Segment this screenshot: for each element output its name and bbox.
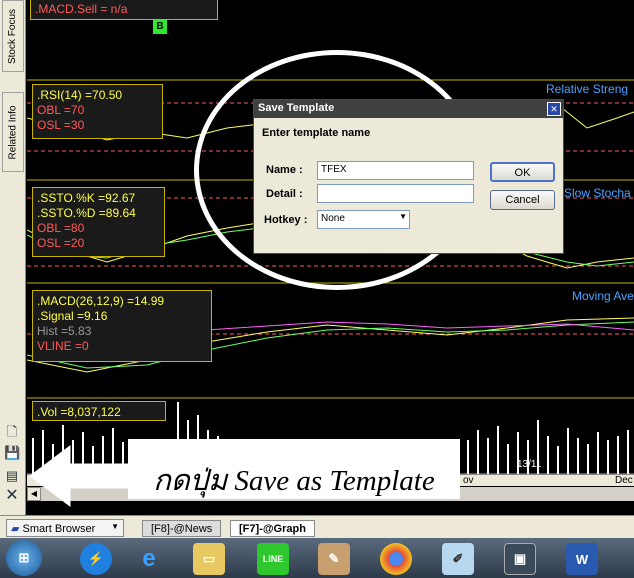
left-sidebar: Stock Focus Related Info 🗋 💾 ▤ ✕: [0, 0, 26, 515]
label-slow-stochastic: Slow Stocha: [564, 186, 631, 200]
ssto-k: .SSTO.%K =92.67: [37, 191, 136, 205]
internet-explorer-icon[interactable]: e: [133, 543, 165, 575]
macd-sell-value: .MACD.Sell = n/a: [35, 2, 128, 16]
paint-icon[interactable]: ✎: [318, 543, 350, 575]
name-input[interactable]: TFEX: [317, 161, 474, 180]
save-template-dialog: Save Template ✕ Enter template name Name…: [253, 99, 564, 254]
ssto-osl: OSL =20: [37, 236, 85, 250]
date-label-dec: Dec: [615, 475, 633, 486]
smart-browser-button[interactable]: ▰ Smart Browser ▼: [6, 519, 124, 537]
date-label-13-11: 13/11: [517, 459, 542, 470]
chevron-down-icon[interactable]: ▼: [111, 522, 119, 531]
hotkey-value: None: [321, 213, 345, 224]
browser-icon: ▰: [11, 523, 20, 535]
tab-news[interactable]: [F8]-@News: [142, 520, 222, 537]
macd-panel: .MACD(26,12,9) =14.99 .Signal =9.16 Hist…: [32, 290, 212, 362]
rsi-value: .RSI(14) =70.50: [37, 88, 123, 102]
annotation-arrow: [30, 445, 129, 507]
ssto-d: .SSTO.%D =89.64: [37, 206, 136, 220]
label-relative-strength: Relative Streng: [546, 82, 629, 96]
rsi-obl: OBL =70: [37, 103, 85, 117]
name-label: Name :: [266, 164, 303, 176]
dialog-title: Save Template: [254, 100, 563, 118]
save-icon[interactable]: 💾: [4, 445, 20, 461]
rsi-panel: .RSI(14) =70.50 OBL =70 OSL =30: [32, 84, 163, 139]
chrome-icon[interactable]: [380, 543, 412, 575]
cancel-button[interactable]: Cancel: [490, 190, 555, 210]
macd-hist: Hist =5.83: [37, 324, 92, 338]
dialog-prompt: Enter template name: [262, 127, 371, 139]
file-explorer-icon[interactable]: ▭: [193, 543, 225, 575]
tab-stock-focus[interactable]: Stock Focus: [2, 0, 24, 72]
hotkey-label: Hotkey :: [264, 214, 308, 226]
word-icon[interactable]: W: [566, 543, 598, 575]
smart-browser-label: Smart Browser: [22, 523, 96, 535]
chevron-down-icon[interactable]: ▼: [399, 212, 407, 221]
tab-graph[interactable]: [F7]-@Graph: [230, 520, 315, 537]
ssto-obl: OBL =80: [37, 221, 85, 235]
annotation-caption: กดปุ่ม Save as Template: [153, 465, 435, 497]
close-icon[interactable]: ✕: [4, 488, 20, 504]
ssto-panel: .SSTO.%K =92.67 .SSTO.%D =89.64 OBL =80 …: [32, 187, 165, 257]
notes-icon[interactable]: ✐: [442, 543, 474, 575]
macd-value: .MACD(26,12,9) =14.99: [37, 294, 165, 308]
taskbar: ⊞ ⚡ e ▭ LINE ✎ ✐ ▣ W: [0, 538, 634, 578]
detail-label: Detail :: [266, 188, 303, 200]
label-moving-average: Moving Ave: [572, 289, 634, 303]
app-icon[interactable]: ▣: [504, 543, 536, 575]
start-orb-icon[interactable]: ⊞: [6, 540, 42, 576]
tab-related-info[interactable]: Related Info: [2, 92, 24, 172]
hotkey-select[interactable]: None ▼: [317, 210, 410, 229]
tab-bar: ▰ Smart Browser ▼ [F8]-@News [F7]-@Graph: [0, 515, 634, 538]
macd-sell-panel: .MACD.Sell = n/a: [30, 0, 218, 20]
macd-signal: .Signal =9.16: [37, 309, 108, 323]
detail-input[interactable]: [317, 184, 474, 203]
volume-panel: .Vol =8,037,122: [32, 401, 166, 421]
line-icon[interactable]: LINE: [257, 543, 289, 575]
close-icon[interactable]: ✕: [547, 102, 561, 116]
ok-button[interactable]: OK: [490, 162, 555, 182]
buy-marker: B: [153, 20, 167, 34]
date-label-nov: ov: [463, 475, 474, 486]
save-as-template-icon[interactable]: ▤: [4, 468, 20, 484]
volume-value: .Vol =8,037,122: [37, 405, 121, 419]
rsi-osl: OSL =30: [37, 118, 85, 132]
macd-vline: VLINE =0: [37, 339, 89, 353]
thunderbolt-icon[interactable]: ⚡: [80, 543, 112, 575]
new-document-icon[interactable]: 🗋: [4, 424, 20, 440]
